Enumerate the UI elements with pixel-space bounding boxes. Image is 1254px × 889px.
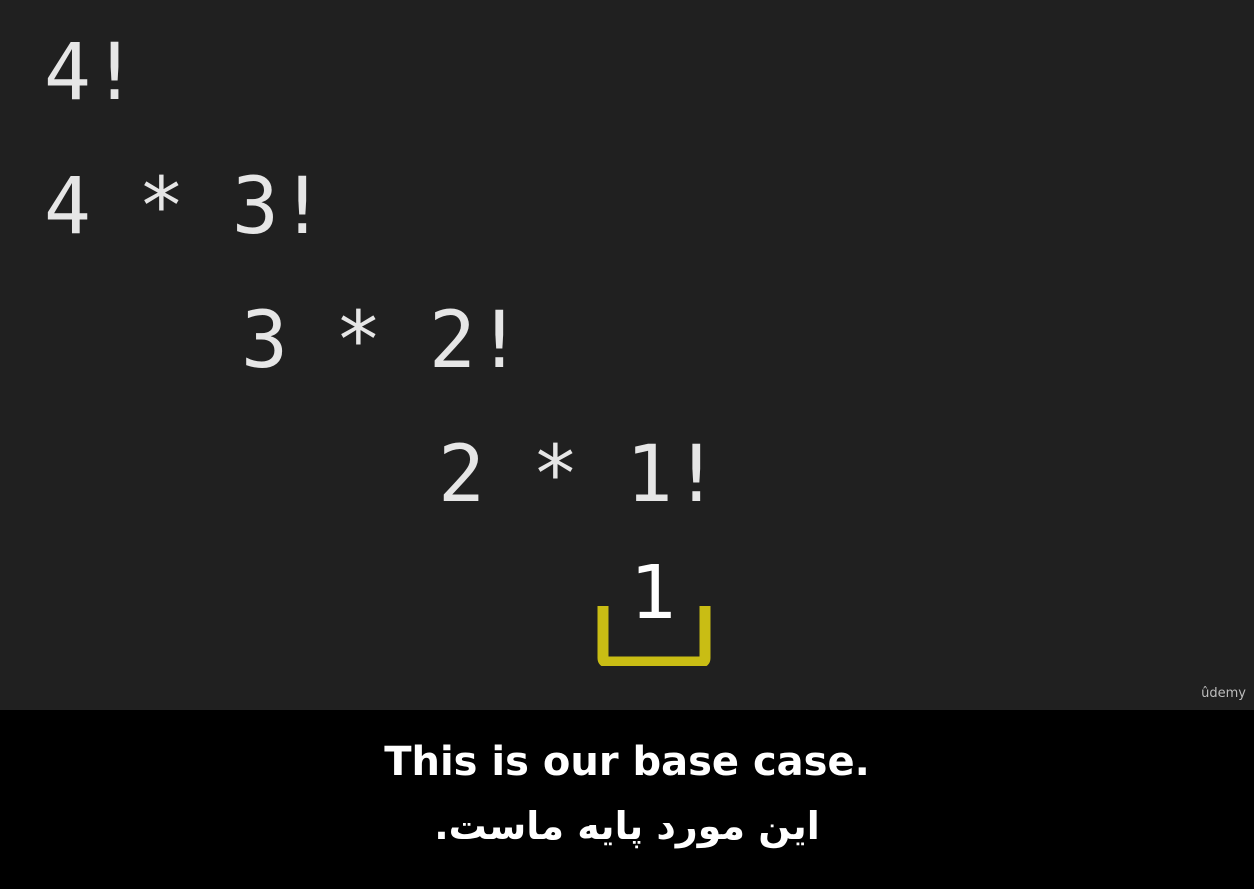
factorial-line-4: 2 * 1! [438,430,720,520]
subtitle-english: This is our base case. [384,739,870,785]
subtitle-persian: این مورد پایه ماست. [434,804,820,848]
udemy-watermark: ûdemy [1201,686,1246,701]
base-case-value: 1 [630,550,678,636]
video-frame: 4! 4 * 3! 3 * 2! 2 * 1! 1 ûdemy [0,0,1254,710]
factorial-line-2: 4 * 3! [44,162,326,252]
factorial-line-1: 4! [44,28,138,118]
factorial-line-3: 3 * 2! [241,296,523,386]
subtitle-bar: This is our base case. این مورد پایه ماس… [0,710,1254,889]
